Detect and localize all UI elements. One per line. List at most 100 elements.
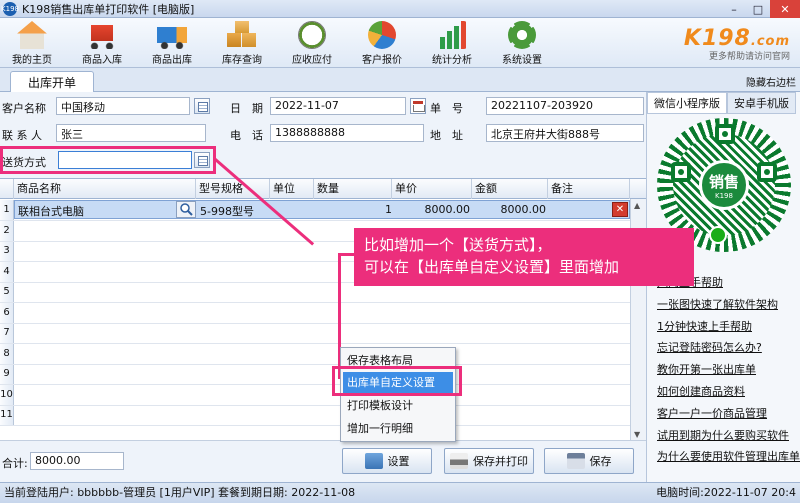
toolbar-label: 客户报价 <box>362 55 402 66</box>
address-field[interactable]: 北京王府井大街888号 <box>486 124 644 142</box>
toolbar-label: 商品入库 <box>82 55 122 66</box>
cell-amount[interactable]: 8000.00 <box>472 203 547 216</box>
main-toolbar: 我的主页 商品入库 商品出库 库存查询 应收应付 客户报价 统计分析 系统设置 … <box>0 18 800 68</box>
toolbar-item-statistics[interactable]: 统计分析 <box>422 21 482 67</box>
column-header-name[interactable]: 商品名称 <box>14 179 196 199</box>
column-header-qty[interactable]: 数量 <box>314 179 392 199</box>
grid-row-divider <box>0 384 630 385</box>
phone-label: 电 话 <box>230 129 263 142</box>
minimize-icon[interactable]: – <box>722 0 746 18</box>
order-number-field[interactable]: 20221107-203920 <box>486 97 644 115</box>
calendar-icon[interactable] <box>410 98 426 114</box>
window-title: K198销售出库单打印软件 [电脑版] <box>22 2 195 16</box>
customer-field[interactable]: 中国移动 <box>56 97 190 115</box>
settings-icon <box>364 453 383 469</box>
help-link[interactable]: 为什么要使用软件管理出库单 <box>657 448 800 470</box>
delete-row-icon[interactable]: ✕ <box>612 202 628 217</box>
toolbar-item-stock-in[interactable]: 商品入库 <box>72 21 132 67</box>
column-header-note[interactable]: 备注 <box>548 179 630 199</box>
custom-settings-highlight <box>332 366 462 396</box>
toolbar-item-stock-out[interactable]: 商品出库 <box>142 21 202 67</box>
help-link[interactable]: 客户一户一价商品管理 <box>657 405 800 427</box>
column-header-price[interactable]: 单价 <box>392 179 472 199</box>
help-link[interactable]: 忘记登陆密码怎么办? <box>657 339 800 361</box>
grid-row-divider <box>0 363 630 365</box>
brand-suffix: .com <box>750 34 790 49</box>
toolbar-item-receivables[interactable]: 应收应付 <box>282 21 342 67</box>
row-number[interactable]: 6 <box>0 302 14 323</box>
row-number[interactable]: 9 <box>0 364 14 384</box>
row-number[interactable]: 3 <box>0 241 14 261</box>
contact-field[interactable]: 张三 <box>56 124 206 142</box>
column-header-unit[interactable]: 单位 <box>270 179 314 199</box>
toolbar-item-settings[interactable]: 系统设置 <box>492 21 552 67</box>
row-number[interactable]: 8 <box>0 343 14 364</box>
toolbar-item-inventory[interactable]: 库存查询 <box>212 21 272 67</box>
close-icon[interactable]: ✕ <box>770 0 800 18</box>
phone-field[interactable]: 1388888888 <box>270 124 424 142</box>
grid-row-divider <box>0 404 630 406</box>
bar-chart-icon <box>437 21 467 49</box>
grid-header: 商品名称 型号规格 单位 数量 单价 金额 备注 <box>0 179 646 199</box>
brand-name: K198 <box>683 26 751 51</box>
annotation-callout: 比如增加一个【送货方式】， 可以在【出库单自定义设置】里面增加 <box>354 228 694 286</box>
gear-icon <box>508 21 536 49</box>
cell-unit-price[interactable]: 8000.00 <box>392 203 471 216</box>
menu-item-print-template[interactable]: 打印模板设计 <box>343 395 453 417</box>
save-button-label: 保存 <box>589 455 612 468</box>
qr-center-logo: 销售 K198 <box>699 160 749 210</box>
customer-picker-icon[interactable] <box>194 98 210 114</box>
product-search-icon[interactable] <box>176 201 196 218</box>
right-panel-tabs: 微信小程序版 安卓手机版 <box>647 92 800 114</box>
brand-logo[interactable]: K198.com 更多帮助请访问官网 <box>684 26 790 62</box>
hide-right-panel-link[interactable]: 隐藏右边栏 <box>746 74 796 89</box>
toolbar-item-quotes[interactable]: 客户报价 <box>352 21 412 67</box>
row-number[interactable]: 10 <box>0 384 14 405</box>
date-label: 日 期 <box>230 102 263 115</box>
cell-quantity[interactable]: 1 <box>314 203 392 216</box>
floppy-disk-icon <box>566 453 585 469</box>
column-header-amount[interactable]: 金额 <box>472 179 548 199</box>
printer-icon <box>450 453 468 469</box>
save-button[interactable]: 保存 <box>544 448 634 474</box>
status-bar: 当前登陆用户: bbbbbb-管理员 [1用户VIP] 套餐到期日期: 2022… <box>0 482 800 503</box>
help-link[interactable]: 一张图快速了解软件架构 <box>657 296 800 318</box>
contact-label: 联 系 人 <box>2 129 42 142</box>
row-number[interactable]: 7 <box>0 323 14 343</box>
wechat-icon <box>709 226 727 244</box>
tab-bar: 出库开单 隐藏右边栏 <box>0 68 800 93</box>
help-link[interactable]: 教你开第一张出库单 <box>657 361 800 383</box>
qr-finder-pattern <box>671 162 691 182</box>
help-link[interactable]: 如何创建商品资料 <box>657 383 800 405</box>
cell-model[interactable]: 5-998型号 <box>200 203 254 219</box>
row-number[interactable]: 5 <box>0 282 14 302</box>
settings-button-label: 设置 <box>387 455 410 468</box>
delivery-method-highlight <box>0 146 216 174</box>
tab-stock-out-order[interactable]: 出库开单 <box>10 71 94 93</box>
callout-line-2: 可以在【出库单自定义设置】里面增加 <box>364 258 620 276</box>
help-links-list: 入门上手帮助一张图快速了解软件架构1分钟快速上手帮助忘记登陆密码怎么办?教你开第… <box>657 274 800 470</box>
truck-icon <box>157 21 187 49</box>
maximize-icon[interactable]: □ <box>746 0 770 18</box>
status-user-info: 当前登陆用户: bbbbbb-管理员 [1用户VIP] 套餐到期日期: 2022… <box>4 486 356 499</box>
help-link[interactable]: 试用到期为什么要购买软件 <box>657 427 800 449</box>
scroll-up-icon[interactable]: ▲ <box>634 201 640 210</box>
date-field[interactable]: 2022-11-07 <box>270 97 406 115</box>
help-link[interactable]: 1分钟快速上手帮助 <box>657 318 800 340</box>
row-number[interactable]: 2 <box>0 220 14 241</box>
clock-icon <box>298 21 326 49</box>
toolbar-item-home[interactable]: 我的主页 <box>2 21 62 67</box>
scroll-down-icon[interactable]: ▼ <box>634 430 640 439</box>
row-number[interactable]: 1 <box>0 200 14 220</box>
tab-wechat-miniprogram[interactable]: 微信小程序版 <box>647 92 727 114</box>
menu-item-add-row[interactable]: 增加一行明细 <box>343 418 453 440</box>
row-number[interactable]: 11 <box>0 405 14 425</box>
tab-android[interactable]: 安卓手机版 <box>727 92 796 114</box>
settings-button[interactable]: 设置 <box>342 448 432 474</box>
window-controls: – □ ✕ <box>722 0 800 18</box>
row-number[interactable]: 4 <box>0 261 14 282</box>
right-help-panel: 微信小程序版 安卓手机版 销售 K198 入门上手帮助一张图快速了解软件架构1分… <box>646 92 800 482</box>
save-and-print-button[interactable]: 保存并打印 <box>444 448 534 474</box>
cell-product-name[interactable]: 联相台式电脑 <box>18 203 84 219</box>
title-bar: K198 K198销售出库单打印软件 [电脑版] – □ ✕ <box>0 0 800 18</box>
